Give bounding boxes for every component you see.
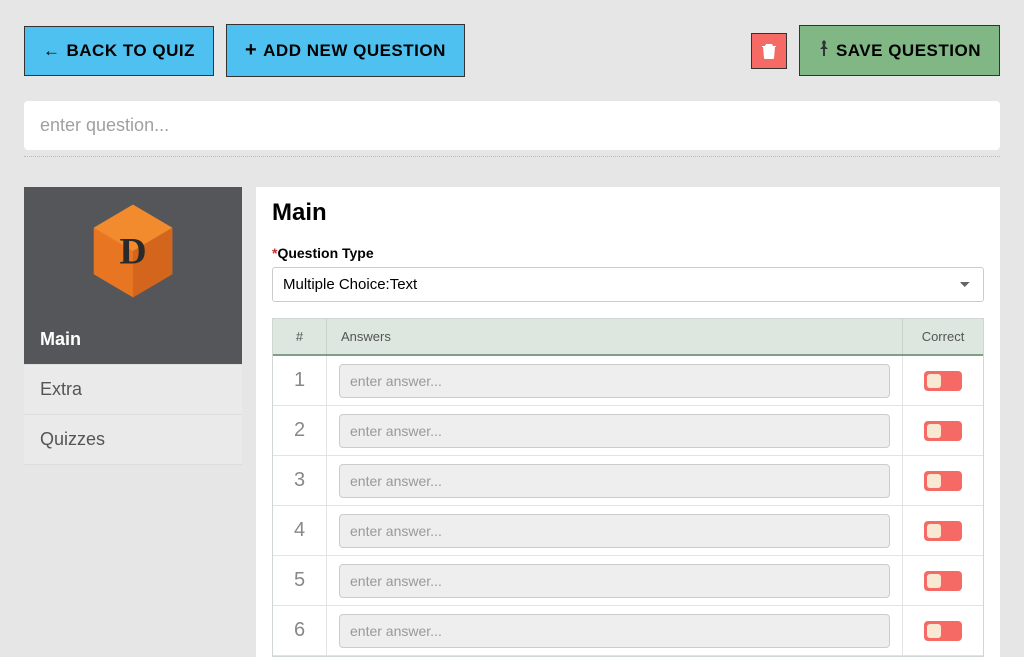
qt-label-text: Question Type [277, 245, 373, 261]
toolbar: BACK TO QUIZ ADD NEW QUESTION SAVE QUEST… [0, 0, 1024, 101]
add-label: ADD NEW QUESTION [263, 41, 446, 61]
answer-number: 6 [273, 606, 327, 655]
answers-row: 1 [273, 356, 983, 406]
logo-icon: D [88, 201, 178, 301]
answers-row: 3 [273, 456, 983, 506]
sidebar-item-extra[interactable]: Extra [24, 365, 242, 415]
answer-number: 3 [273, 456, 327, 505]
question-input-wrap [24, 101, 1000, 150]
answers-header: # Answers Correct [273, 319, 983, 356]
col-header-num: # [273, 319, 327, 354]
answer-input[interactable] [339, 364, 890, 398]
delete-button[interactable] [751, 33, 787, 69]
answer-input[interactable] [339, 564, 890, 598]
answers-table: # Answers Correct 1 2 3 4 [272, 318, 984, 657]
plus-icon [245, 39, 257, 62]
answers-row: 5 [273, 556, 983, 606]
answer-number: 1 [273, 356, 327, 405]
correct-toggle[interactable] [924, 621, 962, 641]
sidebar-item-quizzes[interactable]: Quizzes [24, 415, 242, 465]
main-panel: Main *Question Type Multiple Choice:Text… [256, 187, 1000, 657]
question-type-select[interactable]: Multiple Choice:Text [272, 267, 984, 302]
answer-number: 5 [273, 556, 327, 605]
svg-text:D: D [119, 232, 146, 273]
pin-icon [818, 40, 830, 61]
sidebar: D Main Extra Quizzes [24, 187, 242, 657]
answer-input[interactable] [339, 514, 890, 548]
question-input[interactable] [24, 101, 1000, 150]
answer-number: 4 [273, 506, 327, 555]
content: D Main Extra Quizzes Main *Question Type… [0, 157, 1024, 657]
add-new-question-button[interactable]: ADD NEW QUESTION [226, 24, 465, 77]
back-label: BACK TO QUIZ [67, 41, 195, 61]
correct-toggle[interactable] [924, 371, 962, 391]
logo-box: D [24, 187, 242, 315]
answer-input[interactable] [339, 464, 890, 498]
col-header-answers: Answers [327, 319, 903, 354]
answers-row: 2 [273, 406, 983, 456]
correct-toggle[interactable] [924, 421, 962, 441]
back-to-quiz-button[interactable]: BACK TO QUIZ [24, 26, 214, 76]
sidebar-item-label: Extra [40, 379, 82, 399]
answer-number: 2 [273, 406, 327, 455]
save-label: SAVE QUESTION [836, 41, 981, 61]
sidebar-item-label: Quizzes [40, 429, 105, 449]
main-title: Main [272, 199, 984, 227]
sidebar-item-label: Main [40, 329, 81, 349]
trash-icon [762, 43, 776, 59]
correct-toggle[interactable] [924, 571, 962, 591]
correct-toggle[interactable] [924, 521, 962, 541]
sidebar-item-main[interactable]: Main [24, 315, 242, 365]
save-question-button[interactable]: SAVE QUESTION [799, 25, 1000, 76]
answer-input[interactable] [339, 414, 890, 448]
answers-row: 6 [273, 606, 983, 656]
col-header-correct: Correct [903, 319, 983, 354]
question-type-label: *Question Type [272, 245, 984, 261]
correct-toggle[interactable] [924, 471, 962, 491]
arrow-left-icon [43, 41, 61, 61]
answer-input[interactable] [339, 614, 890, 648]
answers-row: 4 [273, 506, 983, 556]
